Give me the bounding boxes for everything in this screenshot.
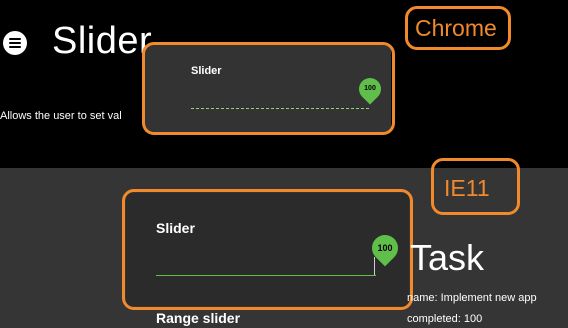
page-title: Slider (52, 20, 153, 62)
page-description: Allows the user to set val (0, 110, 122, 122)
task-name: name: Implement new app (407, 292, 537, 304)
ie11-label: IE11 (444, 175, 490, 201)
chrome-highlight (142, 42, 395, 135)
menu-icon[interactable] (3, 31, 27, 55)
task-completed: completed: 100 (407, 313, 483, 325)
ie11-highlight (122, 189, 413, 310)
range-slider-label: Range slider (156, 310, 241, 326)
chrome-label: Chrome (415, 15, 497, 41)
task-title: Task (410, 237, 485, 278)
